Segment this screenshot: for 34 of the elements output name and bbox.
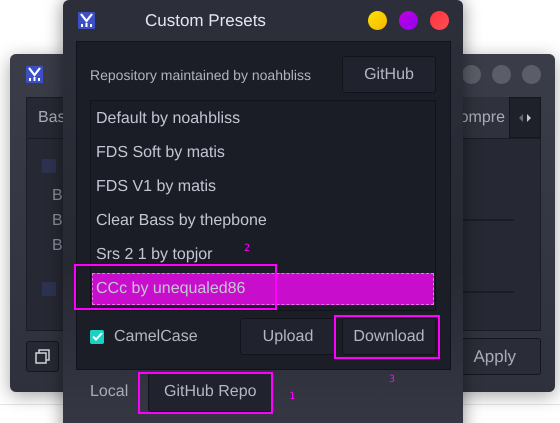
minimize-button[interactable] (368, 11, 387, 30)
window-title: Custom Presets (145, 10, 266, 30)
upload-button[interactable]: Upload (240, 318, 336, 355)
window-control-icon[interactable] (492, 64, 511, 84)
setting-label: B (51, 186, 63, 206)
checkbox[interactable] (42, 159, 56, 173)
preset-item[interactable]: Srs 2 1 by topjor (92, 243, 214, 267)
equalizer-logo-icon (78, 12, 95, 29)
annotation-number: 2 (244, 243, 250, 255)
download-button[interactable]: Download (342, 318, 436, 355)
window-control-icon[interactable] (462, 64, 481, 84)
close-button[interactable] (430, 11, 449, 30)
checkbox-label: CamelCase (114, 328, 198, 346)
repository-label: Repository maintained by noahbliss (90, 66, 312, 82)
checkbox[interactable] (90, 330, 104, 344)
preset-item[interactable]: FDS Soft by matis (92, 141, 227, 165)
equalizer-logo-icon (26, 66, 43, 82)
preset-item[interactable]: Clear Bass by thepbone (92, 209, 269, 233)
copy-button[interactable] (26, 341, 59, 372)
setting-label: B (51, 236, 63, 256)
github-button[interactable]: GitHub (342, 56, 436, 93)
maximize-button[interactable] (399, 11, 418, 30)
github-repo-button[interactable]: GitHub Repo (148, 372, 272, 412)
preset-item[interactable]: FDS V1 by matis (92, 175, 218, 199)
local-label: Local (90, 383, 128, 401)
window-control-icon[interactable] (522, 64, 541, 84)
tab-scroll-button[interactable] (509, 97, 541, 138)
annotation-number: 3 (389, 374, 396, 386)
preset-item[interactable]: Default by noahbliss (92, 107, 242, 131)
copy-icon (35, 349, 50, 364)
arrows-icon (518, 112, 532, 122)
setting-label: B (51, 211, 63, 231)
checkbox[interactable] (42, 282, 56, 296)
annotation-number: 1 (289, 391, 296, 403)
